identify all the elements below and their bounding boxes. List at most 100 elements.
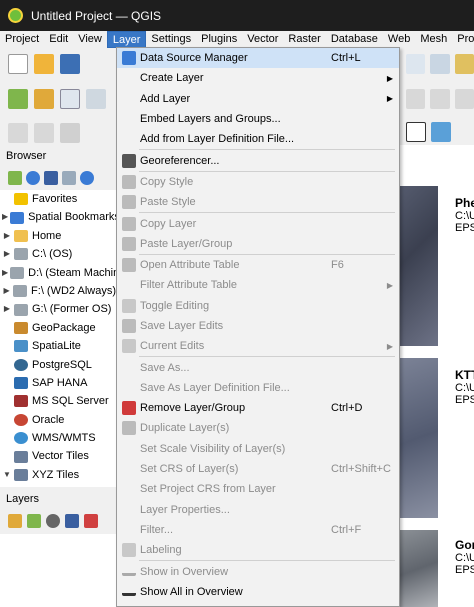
add-vector-icon[interactable] [60,89,80,109]
select-feature-icon[interactable] [406,122,426,142]
menu-item-copy-layer[interactable]: Copy Layer [117,213,399,233]
menu-item-embed-layers-and-groups[interactable]: Embed Layers and Groups... [117,109,399,129]
menu-item-set-crs-of-layer-s[interactable]: Set CRS of Layer(s) Ctrl+Shift+C [117,459,399,479]
menu-item-paste-style[interactable]: Paste Style [117,192,399,212]
visibility-icon[interactable] [46,514,60,528]
menu-item-open-attribute-table[interactable]: Open Attribute Table F6 [117,255,399,275]
recent-project-card[interactable]: Gor C:\U EPSG [455,538,474,576]
deselect-icon[interactable] [34,123,54,143]
browser-item[interactable]: Bing Aerial [0,484,116,487]
menu-item-layer-properties[interactable]: Layer Properties... [117,500,399,520]
add-group-icon[interactable] [27,514,41,528]
split-icon[interactable] [454,89,474,109]
project-thumbnail[interactable] [400,530,438,607]
info-icon[interactable] [80,171,94,185]
menu-web[interactable]: Web [383,31,415,48]
menu-edit[interactable]: Edit [44,31,73,48]
menu-proc[interactable]: Proc [452,31,474,48]
add-raster-icon[interactable] [34,89,54,109]
browser-item[interactable]: GeoPackage [0,319,116,337]
menu-mesh[interactable]: Mesh [415,31,452,48]
pan-icon[interactable] [454,54,474,74]
project-thumbnail[interactable] [400,186,438,346]
new-project-icon[interactable] [8,54,28,74]
browser-item[interactable]: ▶ C:\ (OS) [0,245,116,263]
menu-view[interactable]: View [73,31,107,48]
filter-icon[interactable] [44,171,58,185]
menu-raster[interactable]: Raster [283,31,325,48]
zoom-icon[interactable] [406,54,426,74]
browser-item[interactable]: Favorites [0,190,116,208]
refresh-icon[interactable] [26,171,40,185]
browser-item[interactable]: Oracle [0,411,116,429]
browser-item[interactable]: SAP HANA [0,374,116,392]
add-selected-icon[interactable] [8,171,22,185]
menu-item-filter[interactable]: Filter... Ctrl+F [117,520,399,540]
browser-item[interactable]: PostgreSQL [0,356,116,374]
collapsed-arrow-icon[interactable]: ▶ [2,282,11,300]
browser-item[interactable]: SpatiaLite [0,337,116,355]
expanded-arrow-icon[interactable]: ▼ [2,466,12,484]
menu-plugins[interactable]: Plugins [196,31,242,48]
glasses-icon [122,588,136,596]
zoom-layer-icon[interactable] [430,54,450,74]
filter-legend-icon[interactable] [65,514,79,528]
recent-project-card[interactable]: KTT C:\U EPSG [455,368,474,406]
menu-item-remove-layer-group[interactable]: Remove Layer/Group Ctrl+D [117,398,399,418]
menu-item-save-as-layer-definition-file[interactable]: Save As Layer Definition File... [117,378,399,398]
menu-item-georeferencer[interactable]: Georeferencer... [117,150,399,170]
menu-item-save-layer-edits[interactable]: Save Layer Edits [117,316,399,336]
add-layer-icon[interactable] [8,89,28,109]
menu-item-show-all-in-overview[interactable]: Show All in Overview [117,582,399,602]
menu-database[interactable]: Database [326,31,383,48]
menu-item-current-edits[interactable]: Current Edits ▶ [117,336,399,356]
menu-settings[interactable]: Settings [146,31,196,48]
menu-item-paste-layer-group[interactable]: Paste Layer/Group [117,234,399,254]
menu-item-set-scale-visibility-of-layer-s[interactable]: Set Scale Visibility of Layer(s) [117,439,399,459]
browser-item[interactable]: ▶ Home [0,227,116,245]
menu-vector[interactable]: Vector [242,31,283,48]
add-csv-icon[interactable] [86,89,106,109]
menu-item-hide-all-from-overview[interactable]: Hide All from Overview [117,602,399,607]
menu-item-label: Set CRS of Layer(s) [140,463,239,476]
browser-item[interactable]: MS SQL Server [0,392,116,410]
recent-project-card[interactable]: Phe C:\U EPSG [455,196,474,234]
menu-item-show-in-overview[interactable]: Show in Overview [117,561,399,581]
open-project-icon[interactable] [34,54,54,74]
menu-layer[interactable]: Layer [106,31,147,48]
table-icon[interactable] [60,123,80,143]
collapsed-arrow-icon[interactable]: ▶ [2,300,12,318]
menu-project[interactable]: Project [0,31,44,48]
collapse-all-icon[interactable] [62,171,76,185]
menu-item-add-from-layer-definition-file[interactable]: Add from Layer Definition File... [117,129,399,149]
browser-item[interactable]: ▼ XYZ Tiles [0,466,116,484]
menu-item-duplicate-layer-s[interactable]: Duplicate Layer(s) [117,418,399,438]
menu-item-save-as[interactable]: Save As... [117,357,399,377]
menu-item-set-project-crs-from-layer[interactable]: Set Project CRS from Layer [117,479,399,499]
menu-item-add-layer[interactable]: Add Layer ▶ [117,89,399,109]
expression-filter-icon[interactable] [84,514,98,528]
collapsed-arrow-icon[interactable]: ▶ [2,264,8,282]
node-tool-icon[interactable] [406,89,426,109]
collapsed-arrow-icon[interactable]: ▶ [2,227,12,245]
select-icon[interactable] [8,123,28,143]
menu-item-filter-attribute-table[interactable]: Filter Attribute Table ▶ [117,275,399,295]
collapsed-arrow-icon[interactable]: ▶ [2,208,8,226]
browser-item[interactable]: WMS/WMTS [0,429,116,447]
browser-item[interactable]: Vector Tiles [0,447,116,465]
menu-item-labeling[interactable]: Labeling [117,540,399,560]
style-icon[interactable] [8,514,22,528]
reshape-icon[interactable] [430,89,450,109]
menu-item-create-layer[interactable]: Create Layer ▶ [117,68,399,88]
project-thumbnail[interactable] [400,358,438,518]
browser-item[interactable]: ▶ D:\ (Steam Machine) [0,264,116,282]
save-project-icon[interactable] [60,54,80,74]
menu-item-toggle-editing[interactable]: Toggle Editing [117,296,399,316]
browser-item[interactable]: ▶ Spatial Bookmarks [0,208,116,226]
menu-item-data-source-manager[interactable]: Data Source Manager Ctrl+L [117,48,399,69]
browser-item[interactable]: ▶ F:\ (WD2 Always) [0,282,116,300]
vertex-tool-icon[interactable] [431,122,451,142]
collapsed-arrow-icon[interactable]: ▶ [2,245,12,263]
menu-item-copy-style[interactable]: Copy Style [117,172,399,192]
browser-item[interactable]: ▶ G:\ (Former OS) [0,300,116,318]
